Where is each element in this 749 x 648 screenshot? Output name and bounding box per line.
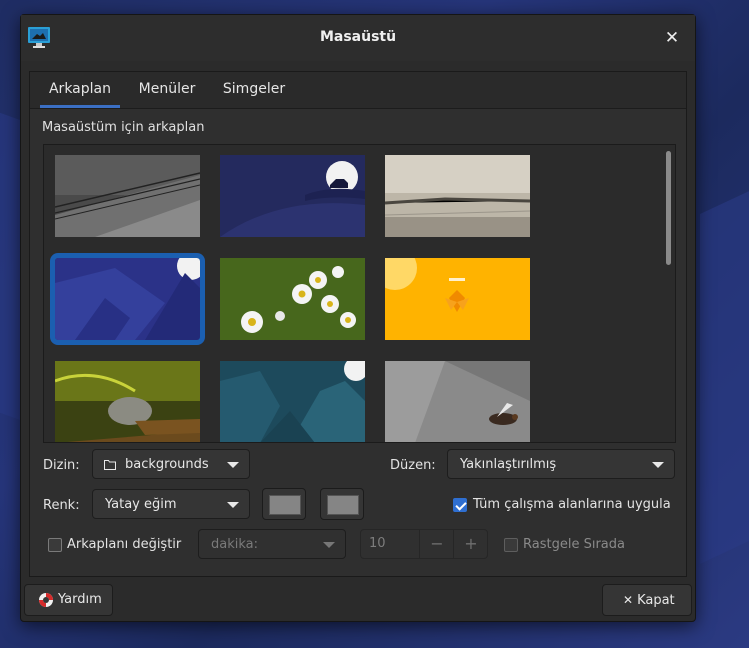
tab-icons[interactable]: Simgeler bbox=[214, 72, 294, 108]
background-section-label: Masaüstüm için arkaplan bbox=[42, 120, 205, 135]
apply-all-workspaces-label[interactable]: Tüm çalışma alanlarına uygula bbox=[473, 497, 671, 512]
lifebuoy-icon bbox=[39, 593, 53, 607]
primary-color-swatch bbox=[269, 495, 301, 515]
folder-icon bbox=[104, 460, 116, 470]
desktop-settings-dialog: Masaüstü ✕ Arkaplan Menüler Simgeler Mas… bbox=[20, 14, 696, 622]
wallpaper-thumbnail[interactable] bbox=[55, 361, 200, 443]
secondary-color-button[interactable] bbox=[320, 488, 364, 520]
change-background-checkbox[interactable] bbox=[48, 538, 62, 552]
style-label: Düzen: bbox=[390, 458, 436, 473]
color-label: Renk: bbox=[43, 498, 80, 513]
style-select-value: Yakınlaştırılmış bbox=[460, 457, 557, 472]
folder-select-value: backgrounds bbox=[125, 457, 209, 472]
decrement-button[interactable]: − bbox=[419, 530, 454, 558]
help-button[interactable]: Yardım bbox=[24, 584, 113, 616]
wallpaper-thumbnail[interactable] bbox=[220, 155, 365, 237]
dialog-title: Masaüstü bbox=[319, 29, 397, 45]
settings-notebook: Arkaplan Menüler Simgeler Masaüstüm için… bbox=[29, 71, 687, 577]
tab-background[interactable]: Arkaplan bbox=[40, 72, 120, 108]
wallpaper-thumbnail[interactable] bbox=[385, 258, 530, 340]
random-order-checkbox[interactable] bbox=[504, 538, 518, 552]
wallpaper-thumbnail-selected[interactable] bbox=[50, 253, 205, 345]
folder-select[interactable]: backgrounds bbox=[92, 449, 250, 479]
wallpaper-gallery bbox=[43, 144, 676, 443]
style-select[interactable]: Yakınlaştırılmış bbox=[447, 449, 675, 479]
increment-button[interactable]: + bbox=[453, 530, 488, 558]
change-background-label[interactable]: Arkaplanı değiştir bbox=[67, 537, 181, 552]
random-order-label[interactable]: Rastgele Sırada bbox=[523, 537, 625, 552]
secondary-color-swatch bbox=[327, 495, 359, 515]
tab-bar: Arkaplan Menüler Simgeler bbox=[30, 72, 686, 109]
chevron-down-icon bbox=[652, 462, 664, 468]
close-button-label: Kapat bbox=[637, 593, 675, 608]
color-mode-select[interactable]: Yatay eğim bbox=[92, 489, 250, 519]
apply-all-workspaces-checkbox[interactable] bbox=[453, 498, 467, 512]
chevron-down-icon bbox=[227, 502, 239, 508]
interval-value: 10 bbox=[369, 536, 386, 551]
primary-color-button[interactable] bbox=[262, 488, 306, 520]
close-icon: ✕ bbox=[623, 593, 634, 607]
tab-menus[interactable]: Menüler bbox=[132, 72, 202, 108]
title-bar: Masaüstü ✕ bbox=[21, 15, 695, 61]
gallery-scrollbar[interactable] bbox=[666, 151, 671, 265]
interval-unit-select[interactable]: dakika: bbox=[198, 529, 346, 559]
close-button[interactable]: ✕ Kapat bbox=[602, 584, 692, 616]
wallpaper-thumbnail[interactable] bbox=[220, 361, 365, 443]
desktop-wallpaper-shape bbox=[700, 186, 749, 564]
interval-unit-value: dakika: bbox=[211, 537, 259, 552]
close-window-button[interactable]: ✕ bbox=[661, 27, 683, 49]
interval-spinner[interactable]: 10 − + bbox=[360, 529, 488, 559]
wallpaper-thumbnail[interactable] bbox=[385, 155, 530, 237]
chevron-down-icon bbox=[323, 542, 335, 548]
wallpaper-thumbnail[interactable] bbox=[220, 258, 365, 340]
chevron-down-icon bbox=[227, 462, 239, 468]
wallpaper-thumbnail[interactable] bbox=[55, 155, 200, 237]
folder-label: Dizin: bbox=[43, 458, 80, 473]
help-button-label: Yardım bbox=[58, 592, 102, 607]
color-mode-value: Yatay eğim bbox=[105, 497, 177, 512]
wallpaper-thumbnail[interactable] bbox=[385, 361, 530, 443]
